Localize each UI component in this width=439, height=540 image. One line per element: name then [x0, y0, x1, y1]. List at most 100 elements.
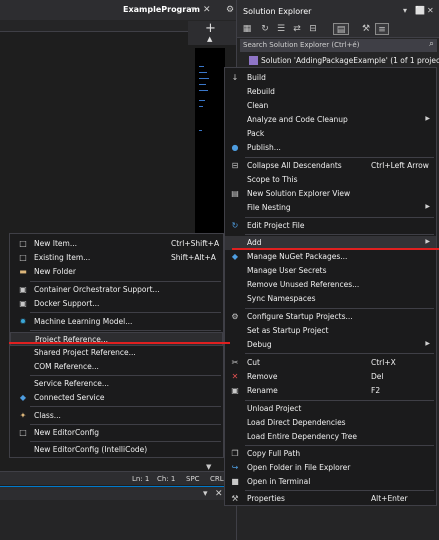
terminal-icon: ■ [231, 477, 239, 486]
project-context-menu: ↓ Build Rebuild Clean Analyze and Code C… [224, 67, 437, 506]
menu-item-scope-to-this[interactable]: Scope to This [225, 173, 436, 187]
menu-item-new-item[interactable]: □ New Item... Ctrl+Shift+A [10, 237, 223, 251]
search-icon[interactable]: ⌕ [429, 39, 434, 49]
sync-icon[interactable]: ↻ [259, 23, 271, 35]
menu-item-user-secrets[interactable]: Manage User Secrets [225, 264, 436, 278]
menu-item-shared-project-reference[interactable]: Shared Project Reference... [10, 346, 223, 360]
folder-open-icon: ↪ [231, 463, 239, 472]
menu-item-label: Existing Item... [34, 253, 91, 262]
line-indicator[interactable]: Ln: 1 [132, 475, 149, 483]
dropdown-icon[interactable]: ▾ [403, 6, 407, 15]
collapse-all-icon[interactable]: ⊟ [307, 23, 319, 35]
whitespace-indicator[interactable]: SPC [186, 475, 200, 483]
menu-separator [245, 308, 434, 309]
menu-item-remove-unused-refs[interactable]: Remove Unused References... [225, 278, 436, 292]
menu-item-label: Load Entire Dependency Tree [247, 432, 358, 441]
menu-item-collapse-all[interactable]: ⊟ Collapse All Descendants Ctrl+Left Arr… [225, 159, 436, 173]
menu-item-label: New Item... [34, 239, 77, 248]
line-ending-indicator[interactable]: CRL [210, 475, 224, 483]
column-indicator[interactable]: Ch: 1 [157, 475, 175, 483]
menu-item-label: New EditorConfig (IntelliCode) [34, 445, 148, 454]
new-view-icon: ▤ [231, 189, 239, 198]
menu-item-connected-service[interactable]: ◆ Connected Service [10, 391, 223, 405]
menu-item-analyze[interactable]: Analyze and Code Cleanup ▶ [225, 113, 436, 127]
menu-item-docker-support[interactable]: ▣ Docker Support... [10, 297, 223, 311]
minimap-line [199, 72, 207, 73]
scroll-up-icon[interactable]: ▲ [207, 35, 212, 43]
panel-close-icon[interactable]: ✕ [215, 489, 223, 499]
panel-pin-icon[interactable]: ▾ [203, 489, 208, 499]
menu-item-set-startup[interactable]: Set as Startup Project [225, 324, 436, 338]
menu-item-rename[interactable]: ▣ Rename F2 [225, 384, 436, 398]
menu-item-label: Remove Unused References... [247, 280, 360, 289]
cut-icon: ✂ [231, 358, 239, 367]
menu-item-container-support[interactable]: ▣ Container Orchestrator Support... [10, 283, 223, 297]
document-tab[interactable]: ExampleProgram [123, 5, 200, 19]
menu-item-open-terminal[interactable]: ■ Open in Terminal [225, 475, 436, 489]
menu-item-label: Machine Learning Model... [34, 317, 133, 326]
tree-item-solution[interactable]: Solution 'AddingPackageExample' (1 of 1 … [239, 54, 439, 67]
menu-item-debug[interactable]: Debug ▶ [225, 338, 436, 352]
submenu-arrow-icon: ▶ [425, 238, 430, 245]
history-icon[interactable]: ☰ [275, 23, 287, 35]
menu-item-cut[interactable]: ✂ Cut Ctrl+X [225, 356, 436, 370]
menu-item-service-reference[interactable]: Service Reference... [10, 377, 223, 391]
menu-separator [30, 281, 221, 282]
menu-item-class[interactable]: ✦ Class... [10, 409, 223, 423]
menu-item-load-direct-deps[interactable]: Load Direct Dependencies [225, 416, 436, 430]
solutions-and-folders-icon[interactable]: ▦ [241, 23, 253, 35]
menu-item-rebuild[interactable]: Rebuild [225, 85, 436, 99]
add-icon[interactable]: + [205, 21, 216, 36]
search-input[interactable]: Search Solution Explorer (Ctrl+é) ⌕ [240, 39, 437, 52]
menu-item-copy-full-path[interactable]: ❐ Copy Full Path [225, 447, 436, 461]
menu-item-pack[interactable]: Pack [225, 127, 436, 141]
menu-item-existing-item[interactable]: □ Existing Item... Shift+Alt+A [10, 251, 223, 265]
menu-separator [30, 375, 221, 376]
menu-item-unload-project[interactable]: Unload Project [225, 402, 436, 416]
menu-item-manage-nuget[interactable]: ◆ Manage NuGet Packages... [225, 250, 436, 264]
menu-separator [245, 445, 434, 446]
menu-item-new-editorconfig[interactable]: □ New EditorConfig [10, 426, 223, 440]
add-submenu: □ New Item... Ctrl+Shift+A □ Existing It… [9, 233, 224, 458]
remove-icon: ✕ [231, 372, 239, 381]
menu-item-load-dep-tree[interactable]: Load Entire Dependency Tree [225, 430, 436, 444]
menu-item-publish[interactable]: ● Publish... [225, 141, 436, 155]
shortcut-label: Ctrl+Shift+A [171, 239, 220, 248]
menu-item-edit-project-file[interactable]: ↻ Edit Project File [225, 219, 436, 233]
ml-icon: ✹ [19, 317, 27, 326]
menu-item-configure-startup[interactable]: ⚙ Configure Startup Projects... [225, 310, 436, 324]
menu-item-build[interactable]: ↓ Build [225, 71, 436, 85]
menu-item-sync-namespaces[interactable]: Sync Namespaces [225, 292, 436, 306]
menu-item-label: New EditorConfig [34, 428, 100, 437]
gear-icon[interactable]: ⚙ [226, 5, 234, 15]
menu-item-com-reference[interactable]: COM Reference... [10, 360, 223, 374]
maximize-icon[interactable]: ⬜ [415, 6, 425, 15]
show-all-files-icon[interactable]: ▤ [333, 23, 349, 35]
tab-pin-icon[interactable]: ▾ [191, 5, 196, 15]
search-placeholder: Search Solution Explorer (Ctrl+é) [243, 41, 360, 49]
menu-item-ml-model[interactable]: ✹ Machine Learning Model... [10, 315, 223, 329]
close-icon[interactable]: ✕ [427, 6, 434, 15]
menu-item-label: COM Reference... [34, 362, 99, 371]
menu-item-new-folder[interactable]: ▬ New Folder [10, 265, 223, 279]
panel-title: Solution Explorer [243, 7, 312, 16]
refresh-icon[interactable]: ⇄ [291, 23, 303, 35]
menu-item-remove[interactable]: ✕ Remove Del [225, 370, 436, 384]
menu-item-new-editorconfig-intellicode[interactable]: New EditorConfig (IntelliCode) [10, 443, 223, 457]
menu-item-clean[interactable]: Clean [225, 99, 436, 113]
menu-item-label: Manage User Secrets [247, 266, 327, 275]
properties-wrench-icon[interactable]: ⚒ [360, 23, 372, 35]
menu-item-label: Service Reference... [34, 379, 110, 388]
menu-item-file-nesting[interactable]: File Nesting ▶ [225, 201, 436, 215]
menu-separator [30, 424, 221, 425]
menu-item-new-view[interactable]: ▤ New Solution Explorer View [225, 187, 436, 201]
menu-item-open-folder[interactable]: ↪ Open Folder in File Explorer [225, 461, 436, 475]
menu-item-properties[interactable]: ⚒ Properties Alt+Enter [225, 492, 436, 506]
shortcut-label: Del [371, 372, 384, 381]
preview-icon[interactable]: ≡ [375, 23, 389, 35]
menu-item-label: Rename [247, 386, 278, 395]
tab-close-icon[interactable]: ✕ [203, 5, 211, 15]
new-item-icon: □ [19, 239, 27, 248]
scroll-down-icon[interactable]: ▼ [206, 463, 211, 471]
menu-item-label: Scope to This [247, 175, 298, 184]
